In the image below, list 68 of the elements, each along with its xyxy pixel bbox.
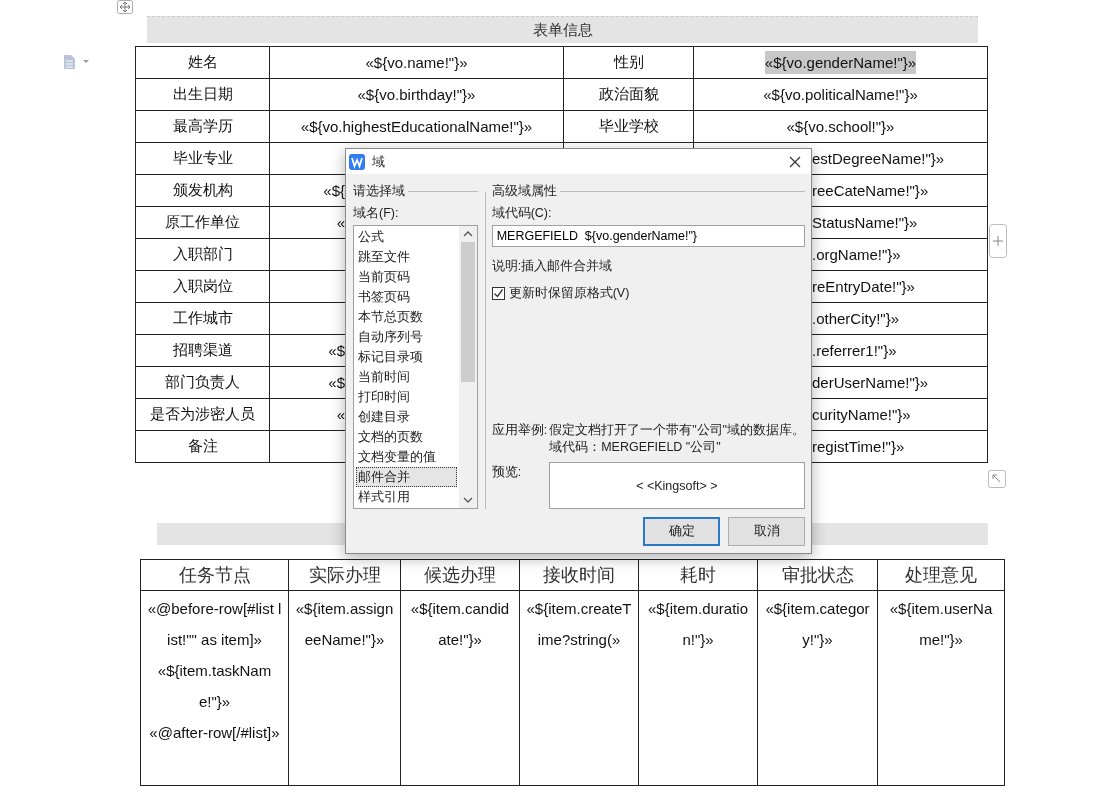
input-field[interactable]: MERGEFIELD ${vo.genderName!"} (491, 225, 805, 247)
table-cell: 入职岗位 (135, 270, 270, 303)
preview-box: < <Kingsoft> > (548, 462, 805, 509)
table-cell: 毕业专业 (135, 142, 270, 175)
table-cell: 性别 (563, 46, 694, 79)
section-title: 表单信息 (147, 16, 978, 43)
table-cell: 原工作单位 (135, 206, 270, 239)
cancel-button[interactable]: 取消 (728, 517, 805, 546)
checkbox[interactable] (491, 287, 505, 300)
list-item[interactable]: 样式引用 (356, 487, 457, 507)
table-cell: 招聘渠道 (135, 334, 270, 367)
table-cell: 姓名 (135, 46, 270, 79)
table-cell: «${vo.birthday!"}» (269, 78, 564, 111)
list-item[interactable]: 当前页码 (356, 267, 457, 287)
list-item[interactable]: 标记目录项 (356, 347, 457, 367)
table-cell: «${vo.school!"}» (693, 110, 988, 143)
column-header: 任务节点 (140, 559, 289, 591)
close-icon[interactable] (789, 155, 801, 168)
cell-text: «${item.category!"}» (764, 599, 871, 650)
column-header: 处理意见 (877, 559, 1005, 591)
table-cell: «${vo.highestEducationalName!"}» (269, 110, 564, 143)
scroll-thumb[interactable] (460, 242, 475, 382)
window-title: 域 (372, 152, 386, 171)
field-label: 域代码(C): (491, 205, 553, 222)
resize-icon[interactable] (988, 470, 1006, 488)
table-cell: 颁发机构 (135, 174, 270, 207)
field-label: 预览: (491, 464, 523, 481)
table-cell: 出生日期 (135, 78, 270, 111)
checkbox-label: 更新时保留原格式(V) (508, 285, 630, 302)
cell-text: «${item.createTime?string(» (526, 599, 632, 650)
ok-button[interactable]: 确定 (643, 517, 720, 546)
table-cell: «${vo.name!"}» (269, 46, 564, 79)
list-item[interactable]: 跳至文件 (356, 247, 457, 267)
table-cell: 备注 (135, 430, 270, 463)
app-icon (349, 153, 365, 170)
list-box[interactable]: 公式 跳至文件 当前页码 书签页码 本节总页数 自动序列号 标记目录项 当前时间 打印时间 创建目录 文档的页数 文档变量的值 邮件合并 样式引用 (353, 225, 478, 509)
move-handle-icon[interactable] (117, 0, 133, 14)
table-cell: 是否为涉密人员 (135, 398, 270, 431)
cell-text: «${item.taskName!"}» (156, 661, 273, 712)
column-header: 候选办理 (400, 559, 520, 591)
table-cell: 政治面貌 (563, 78, 694, 111)
list-item[interactable]: 创建目录 (356, 407, 457, 427)
list-item[interactable]: 文档变量的值 (356, 447, 457, 467)
description-text: 说明:插入邮件合并域 (491, 258, 614, 275)
list-item[interactable]: 邮件合并 (356, 467, 457, 487)
column-header: 接收时间 (519, 559, 639, 591)
table-cell: 工作城市 (135, 302, 270, 335)
column-header: 耗时 (638, 559, 758, 591)
table-cell: «${vo.politicalName!"}» (693, 78, 988, 111)
field-label: 域名(F): (353, 205, 400, 222)
column-header: 审批状态 (757, 559, 878, 591)
group-heading: 请选择域 (353, 182, 405, 200)
cell-text: «@after-row[/#list]» (148, 723, 281, 743)
table-cell: 部门负责人 (135, 366, 270, 399)
cell-text: «${item.candidate!"}» (409, 599, 511, 650)
table-cell: 入职部门 (135, 238, 270, 271)
cell-text: «${item.duration!"}» (646, 599, 750, 650)
list-item[interactable]: 书签页码 (356, 287, 457, 307)
list-item[interactable]: 当前时间 (356, 367, 457, 387)
column-header: 实际办理 (288, 559, 401, 591)
selected-text[interactable]: «${vo.genderName!"}» (764, 51, 917, 74)
table-cell: 最高学历 (135, 110, 270, 143)
group-heading: 高级域属性 (491, 182, 557, 200)
cell-text: «@before-row[#list list!"" as item]» (147, 599, 282, 650)
cell-text: «${item.userName!"}» (888, 599, 994, 650)
scrollbar[interactable] (458, 226, 477, 508)
table-cell: 毕业学校 (563, 110, 694, 143)
cell-text: «${item.assigneeName!"}» (295, 599, 394, 650)
